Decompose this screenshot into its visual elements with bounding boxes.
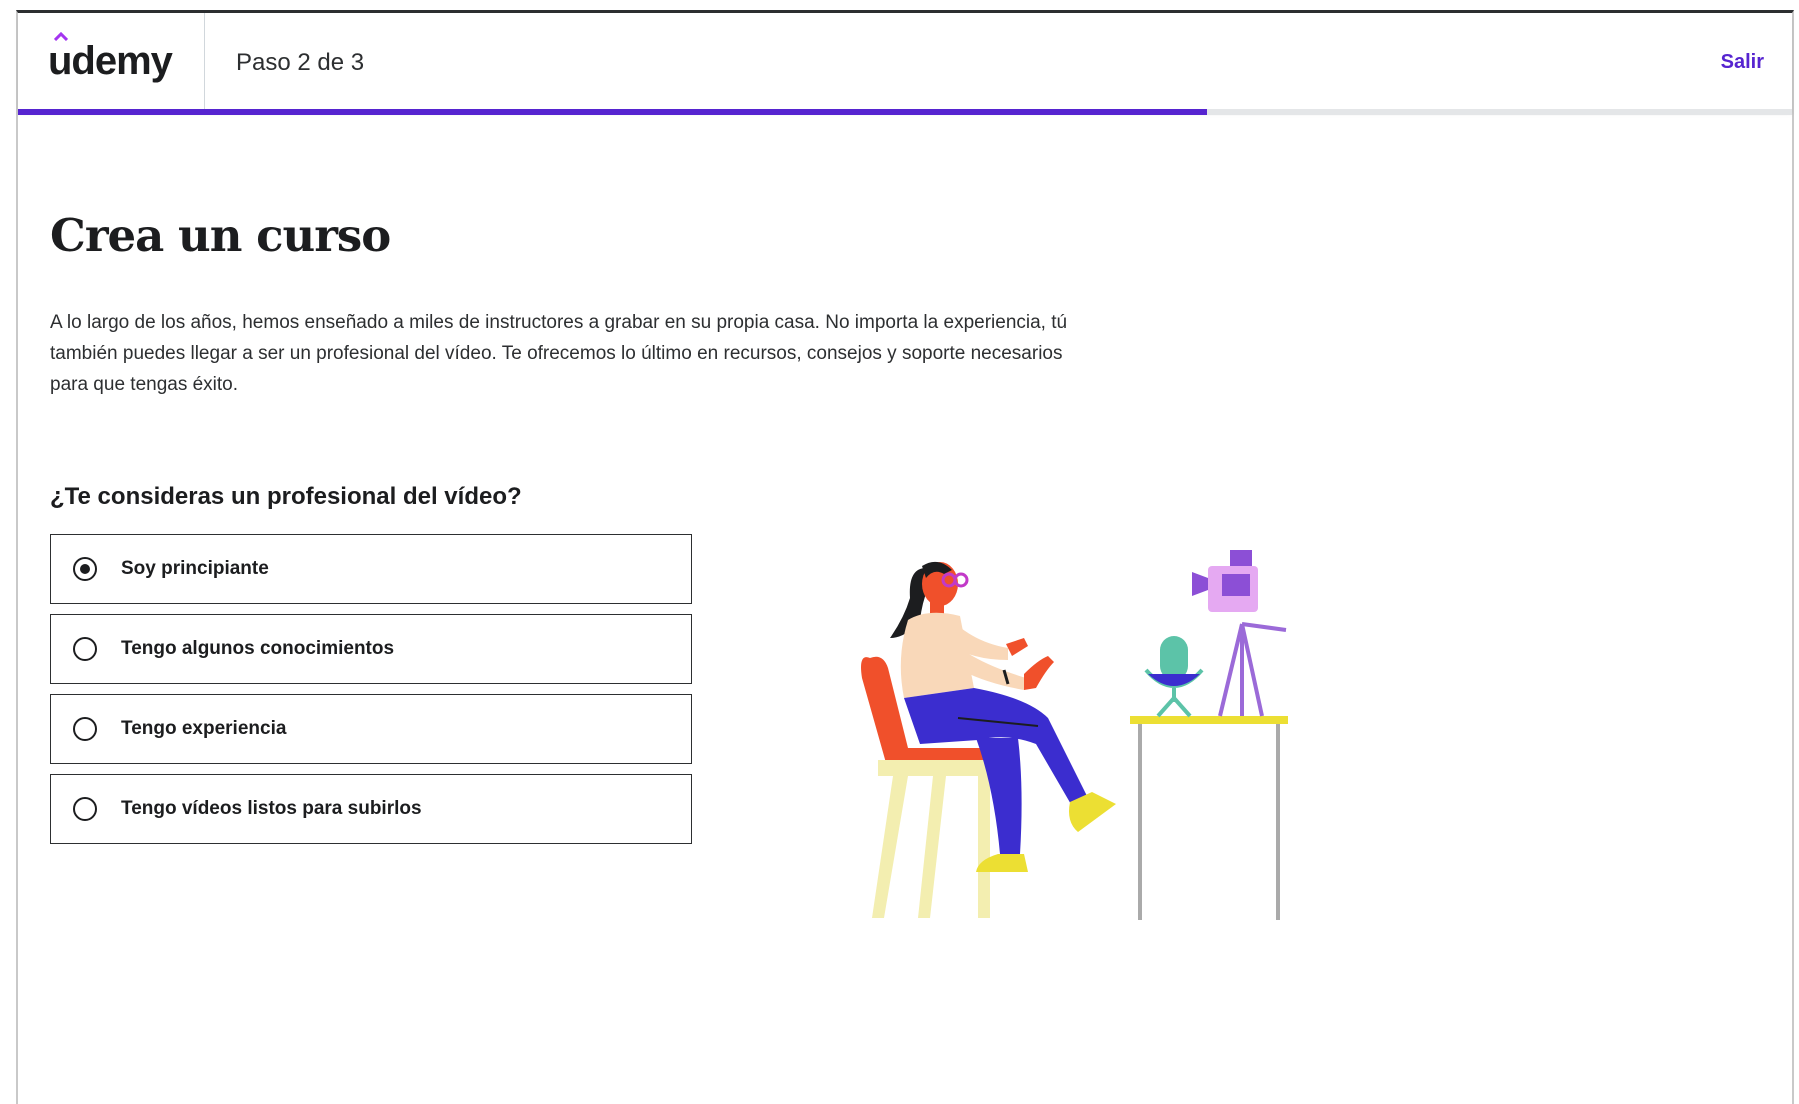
option-beginner[interactable]: Soy principiante bbox=[50, 534, 692, 604]
option-some-knowledge[interactable]: Tengo algunos conocimientos bbox=[50, 614, 692, 684]
instructor-recording-illustration bbox=[861, 550, 1288, 920]
radio-button[interactable] bbox=[73, 557, 97, 581]
radio-button[interactable] bbox=[73, 717, 97, 741]
intro-text: A lo largo de los años, hemos enseñado a… bbox=[50, 312, 1068, 395]
radio-button[interactable] bbox=[73, 797, 97, 821]
option-label: Tengo algunos conocimientos bbox=[121, 638, 395, 659]
app-window: udemy Paso 2 de 3 Salir Crea un curso A … bbox=[16, 10, 1794, 1104]
top-header: udemy Paso 2 de 3 Salir bbox=[18, 13, 1792, 115]
microphone-illustration bbox=[1144, 636, 1204, 718]
option-label: Tengo experiencia bbox=[121, 718, 287, 739]
step-indicator: Paso 2 de 3 bbox=[236, 49, 365, 76]
camera-illustration bbox=[1192, 550, 1287, 717]
person-illustration bbox=[890, 561, 1116, 872]
page-title: Crea un curso bbox=[50, 209, 391, 262]
header-divider bbox=[204, 13, 205, 112]
option-videos-ready[interactable]: Tengo vídeos listos para subirlos bbox=[50, 774, 692, 844]
progress-bar bbox=[18, 109, 1792, 115]
udemy-logo[interactable]: udemy bbox=[48, 32, 173, 84]
radio-button[interactable] bbox=[73, 637, 97, 661]
question-heading: ¿Te consideras un profesional del vídeo? bbox=[50, 483, 522, 510]
table-illustration bbox=[1130, 716, 1288, 920]
progress-bar-fill bbox=[18, 109, 1207, 115]
logo-hat-icon bbox=[54, 32, 68, 41]
option-label: Soy principiante bbox=[121, 558, 269, 579]
experience-options: Soy principiante Tengo algunos conocimie… bbox=[50, 534, 692, 854]
option-label: Tengo vídeos listos para subirlos bbox=[121, 798, 422, 819]
exit-button[interactable]: Salir bbox=[1721, 51, 1764, 74]
logo-text: udemy bbox=[48, 39, 173, 83]
option-experienced[interactable]: Tengo experiencia bbox=[50, 694, 692, 764]
